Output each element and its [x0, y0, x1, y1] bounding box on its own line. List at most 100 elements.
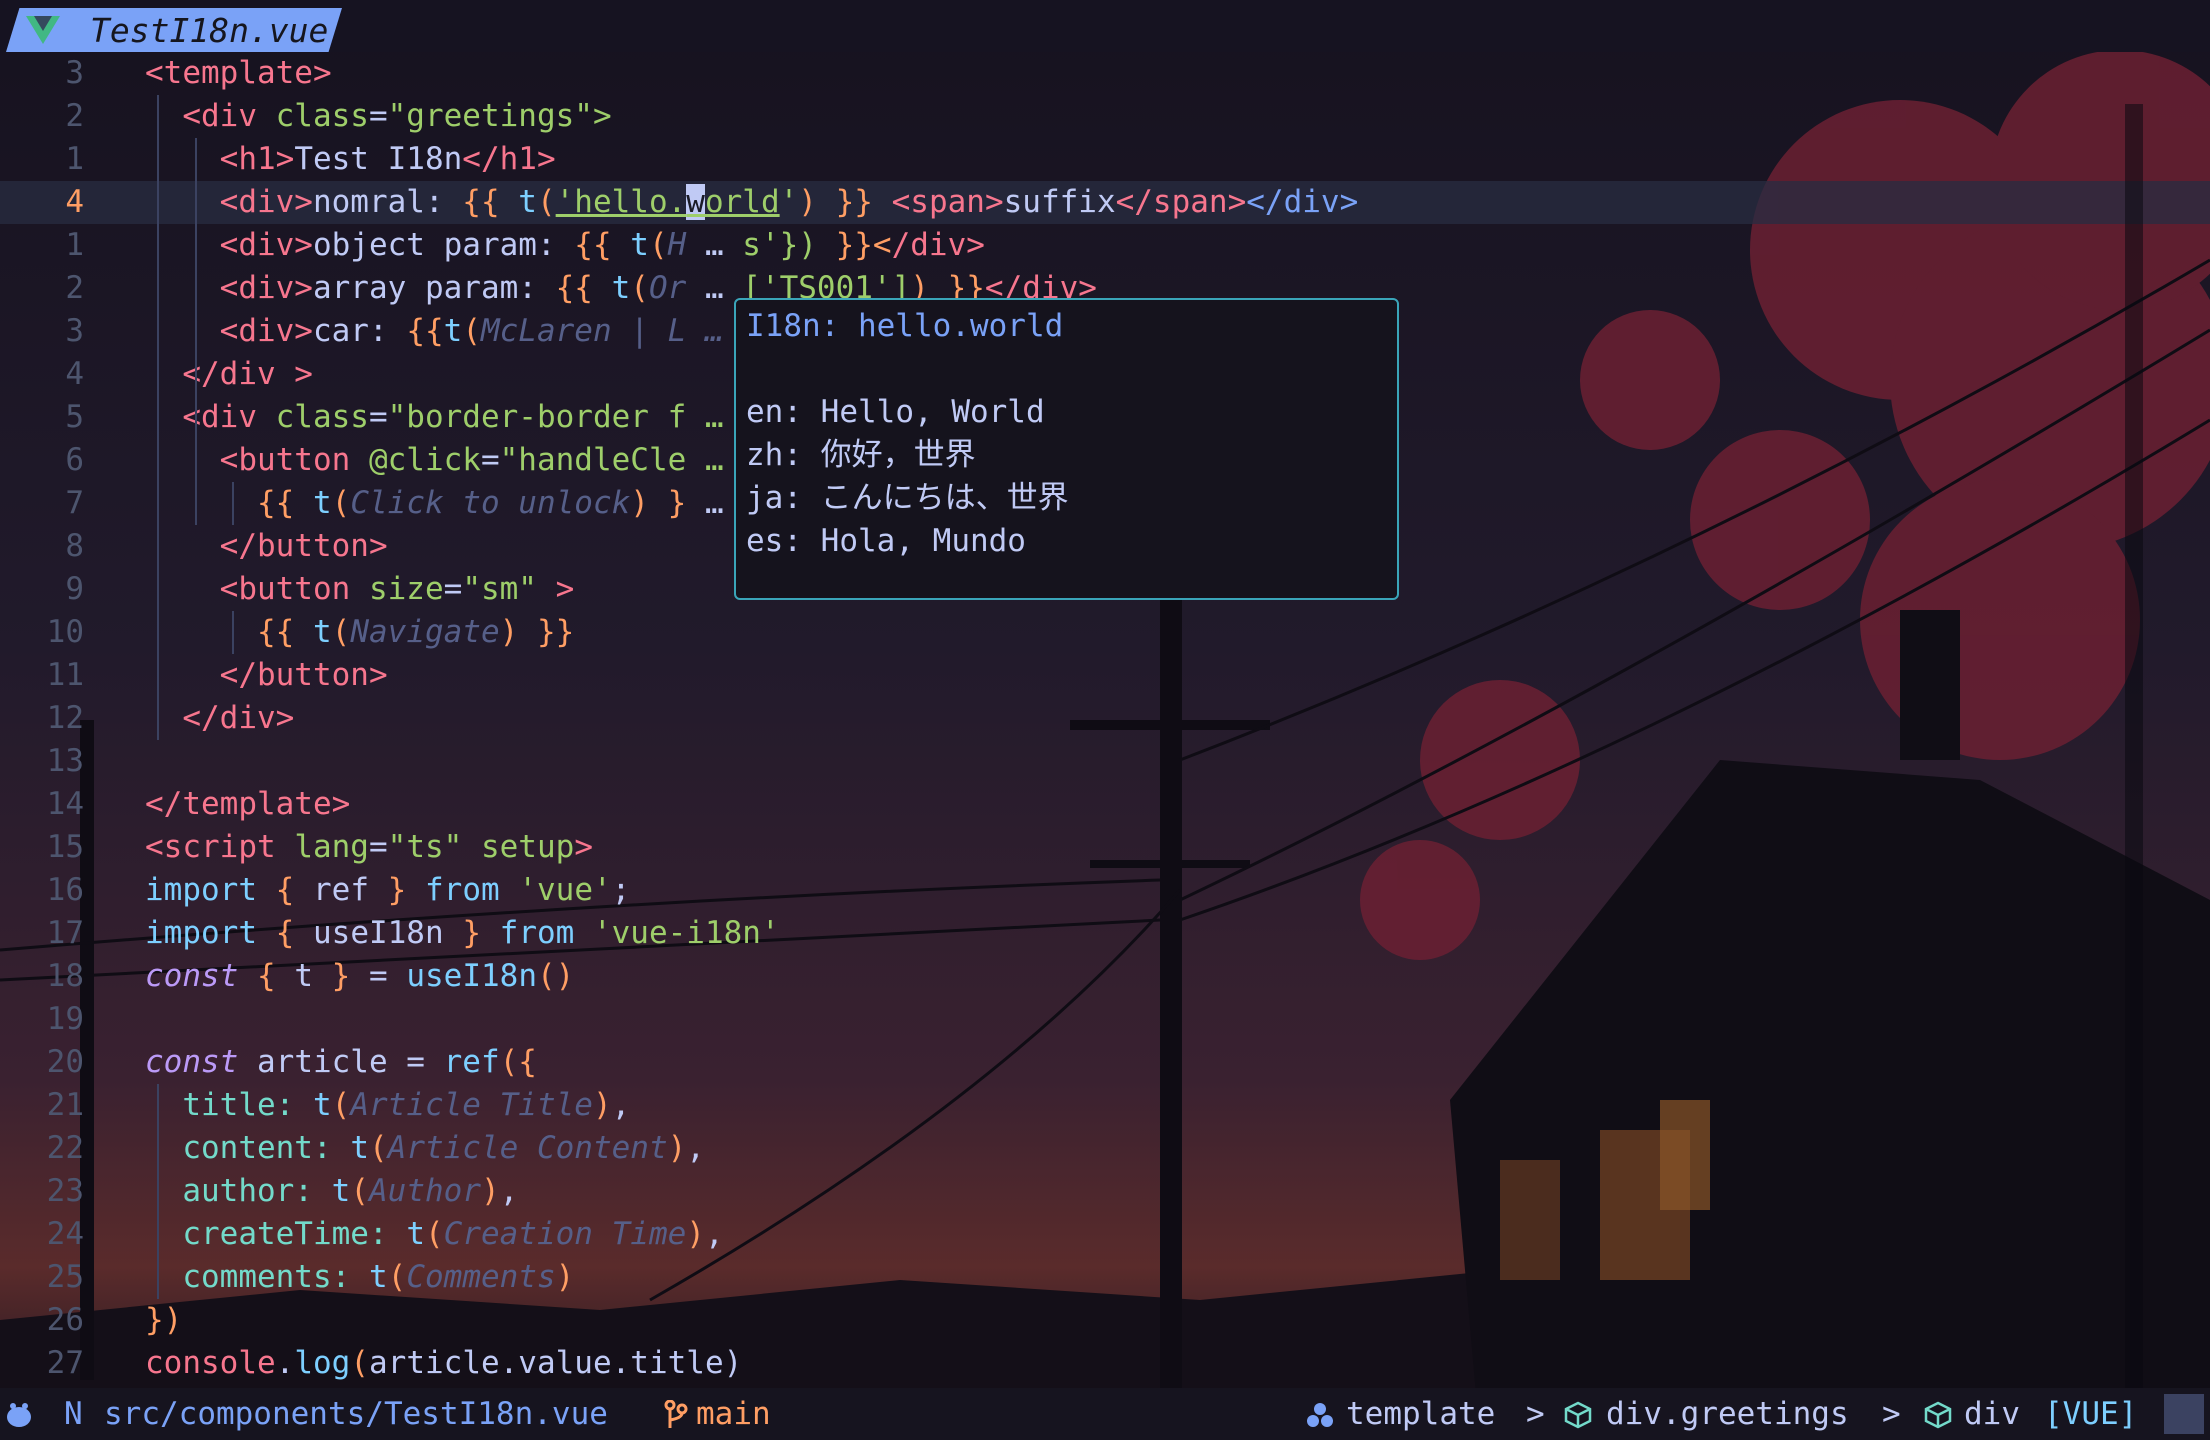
code-line[interactable]: 20 const article = ref({ — [0, 1041, 2210, 1084]
code-text: <h1>Test I18n</h1> — [219, 141, 556, 177]
code-line[interactable]: 19 — [0, 998, 2210, 1041]
line-number: 24 — [46, 1216, 84, 1252]
line-number: 4 — [65, 184, 84, 220]
line-number: 25 — [46, 1259, 84, 1295]
code-text: <div>car: {{t(McLaren | L … — [219, 313, 724, 349]
line-number: 17 — [46, 915, 84, 951]
git-branch[interactable]: main — [696, 1388, 771, 1440]
breadcrumb-div-greetings[interactable]: div.greetings — [1606, 1388, 1849, 1440]
code-text: </div> — [182, 700, 295, 736]
line-number: 27 — [46, 1345, 84, 1381]
code-text: <div class="greetings"> — [182, 98, 612, 134]
code-line[interactable]: 4 <div>nomral: {{ t('hello.world') }} <s… — [0, 181, 2210, 224]
indent-guide — [157, 95, 159, 740]
line-number: 15 — [46, 829, 84, 865]
breadcrumb-separator: > — [1882, 1396, 1901, 1432]
tab-bar: TestI18n.vue — [0, 0, 2210, 52]
vim-mode: N — [64, 1396, 83, 1432]
hover-entry-ja: ja: こんにちは、世界 — [746, 480, 1069, 516]
line-number: 7 — [65, 485, 84, 521]
code-text: }) — [145, 1302, 183, 1338]
code-line[interactable]: 27 console.log(article.value.title) — [0, 1342, 2210, 1385]
line-number: 3 — [65, 55, 84, 91]
line-number: 8 — [65, 528, 84, 564]
breadcrumb-div[interactable]: div — [1964, 1388, 2020, 1440]
hover-entry-en: en: Hello, World — [746, 394, 1045, 430]
code-text: title: t(Article Title), — [182, 1087, 631, 1123]
indent-guide — [195, 138, 197, 525]
line-number: 18 — [46, 958, 84, 994]
code-line[interactable]: 10 {{ t(Navigate) }} — [0, 611, 2210, 654]
filetype: [VUE] — [2044, 1396, 2138, 1432]
symbols-icon — [1307, 1403, 1333, 1427]
line-number: 22 — [46, 1130, 84, 1166]
code-line[interactable]: 24 createTime: t(Creation Time), — [0, 1213, 2210, 1256]
breadcrumb-template[interactable]: template — [1346, 1388, 1495, 1440]
code-text: <script lang="ts" setup> — [145, 829, 593, 865]
line-number: 16 — [46, 872, 84, 908]
code-line[interactable]: 21 title: t(Article Title), — [0, 1084, 2210, 1127]
code-line[interactable]: 26}) — [0, 1299, 2210, 1342]
line-number: 12 — [46, 700, 84, 736]
line-number: 2 — [65, 270, 84, 306]
file-path[interactable]: src/components/TestI18n.vue — [104, 1388, 608, 1440]
code-text: </div > — [182, 356, 313, 392]
line-number: 23 — [46, 1173, 84, 1209]
vue-icon — [26, 16, 60, 44]
code-line[interactable]: 3 <template> — [0, 52, 2210, 95]
line-number: 6 — [65, 442, 84, 478]
line-number: 19 — [46, 1001, 84, 1037]
hover-title: I18n: hello.world — [746, 308, 1064, 344]
code-text: <template> — [145, 55, 332, 91]
code-text: <div>nomral: {{ t('hello.world') }} <spa… — [219, 184, 1359, 220]
indent-guide — [157, 1084, 159, 1299]
bug-icon — [7, 1403, 31, 1427]
line-number: 26 — [46, 1302, 84, 1338]
code-text: {{ t(Navigate) }} — [256, 614, 575, 650]
line-number: 5 — [65, 399, 84, 435]
line-number: 14 — [46, 786, 84, 822]
line-number: 3 — [65, 313, 84, 349]
line-number: 1 — [65, 227, 84, 263]
code-line[interactable]: 15 <script lang="ts" setup> — [0, 826, 2210, 869]
code-line[interactable]: 25 comments: t(Comments) — [0, 1256, 2210, 1299]
code-text: import { ref } from 'vue'; — [145, 872, 631, 908]
code-text: comments: t(Comments) — [182, 1259, 575, 1295]
line-number: 2 — [65, 98, 84, 134]
code-line[interactable]: 12 </div> — [0, 697, 2210, 740]
code-text: import { useI18n } from 'vue-i18n' — [145, 915, 780, 951]
indent-guide — [232, 611, 234, 654]
code-text: content: t(Article Content), — [182, 1130, 705, 1166]
code-line[interactable]: 23 author: t(Author), — [0, 1170, 2210, 1213]
code-line[interactable]: 1 <div>object param: {{ t(H … s'}) }}</d… — [0, 224, 2210, 267]
code-editor[interactable]: 3 <template> 2 <div class="greetings"> 1 <h… — [0, 52, 2210, 1440]
code-line[interactable]: 18 const { t } = useI18n() — [0, 955, 2210, 998]
code-text: author: t(Author), — [182, 1173, 519, 1209]
code-line[interactable]: 11 </button> — [0, 654, 2210, 697]
code-line[interactable]: 22 content: t(Article Content), — [0, 1127, 2210, 1170]
status-bar: N src/components/TestI18n.vue main templ… — [0, 1388, 2210, 1440]
code-line[interactable]: 16 import { ref } from 'vue'; — [0, 869, 2210, 912]
scrollbar[interactable] — [2125, 104, 2143, 1440]
code-text: const { t } = useI18n() — [145, 958, 575, 994]
code-text: const article = ref({ — [145, 1044, 537, 1080]
git-branch-icon — [664, 1400, 688, 1428]
line-number: 13 — [46, 743, 84, 779]
code-line[interactable]: 13 — [0, 740, 2210, 783]
i18n-hover-popup: I18n: hello.world en: Hello, World zh: 你… — [734, 298, 1399, 600]
code-line[interactable]: 17 import { useI18n } from 'vue-i18n' — [0, 912, 2210, 955]
code-text: <button @click="handleCle … — [219, 442, 724, 478]
breadcrumb-separator: > — [1526, 1396, 1545, 1432]
code-line[interactable]: 1 <h1>Test I18n</h1> — [0, 138, 2210, 181]
tab-testi18n[interactable]: TestI18n.vue — [6, 8, 342, 52]
code-text: </template> — [145, 786, 351, 822]
code-line[interactable]: 2 <div class="greetings"> — [0, 95, 2210, 138]
hover-entry-es: es: Hola, Mundo — [746, 523, 1026, 559]
code-line[interactable]: 14 </template> — [0, 783, 2210, 826]
line-number: 11 — [46, 657, 84, 693]
line-number: 21 — [46, 1087, 84, 1123]
cube-icon — [1924, 1401, 1952, 1429]
line-number: 1 — [65, 141, 84, 177]
code-text: <button size="sm" > — [219, 571, 575, 607]
hover-entry-zh: zh: 你好，世界 — [746, 437, 976, 473]
